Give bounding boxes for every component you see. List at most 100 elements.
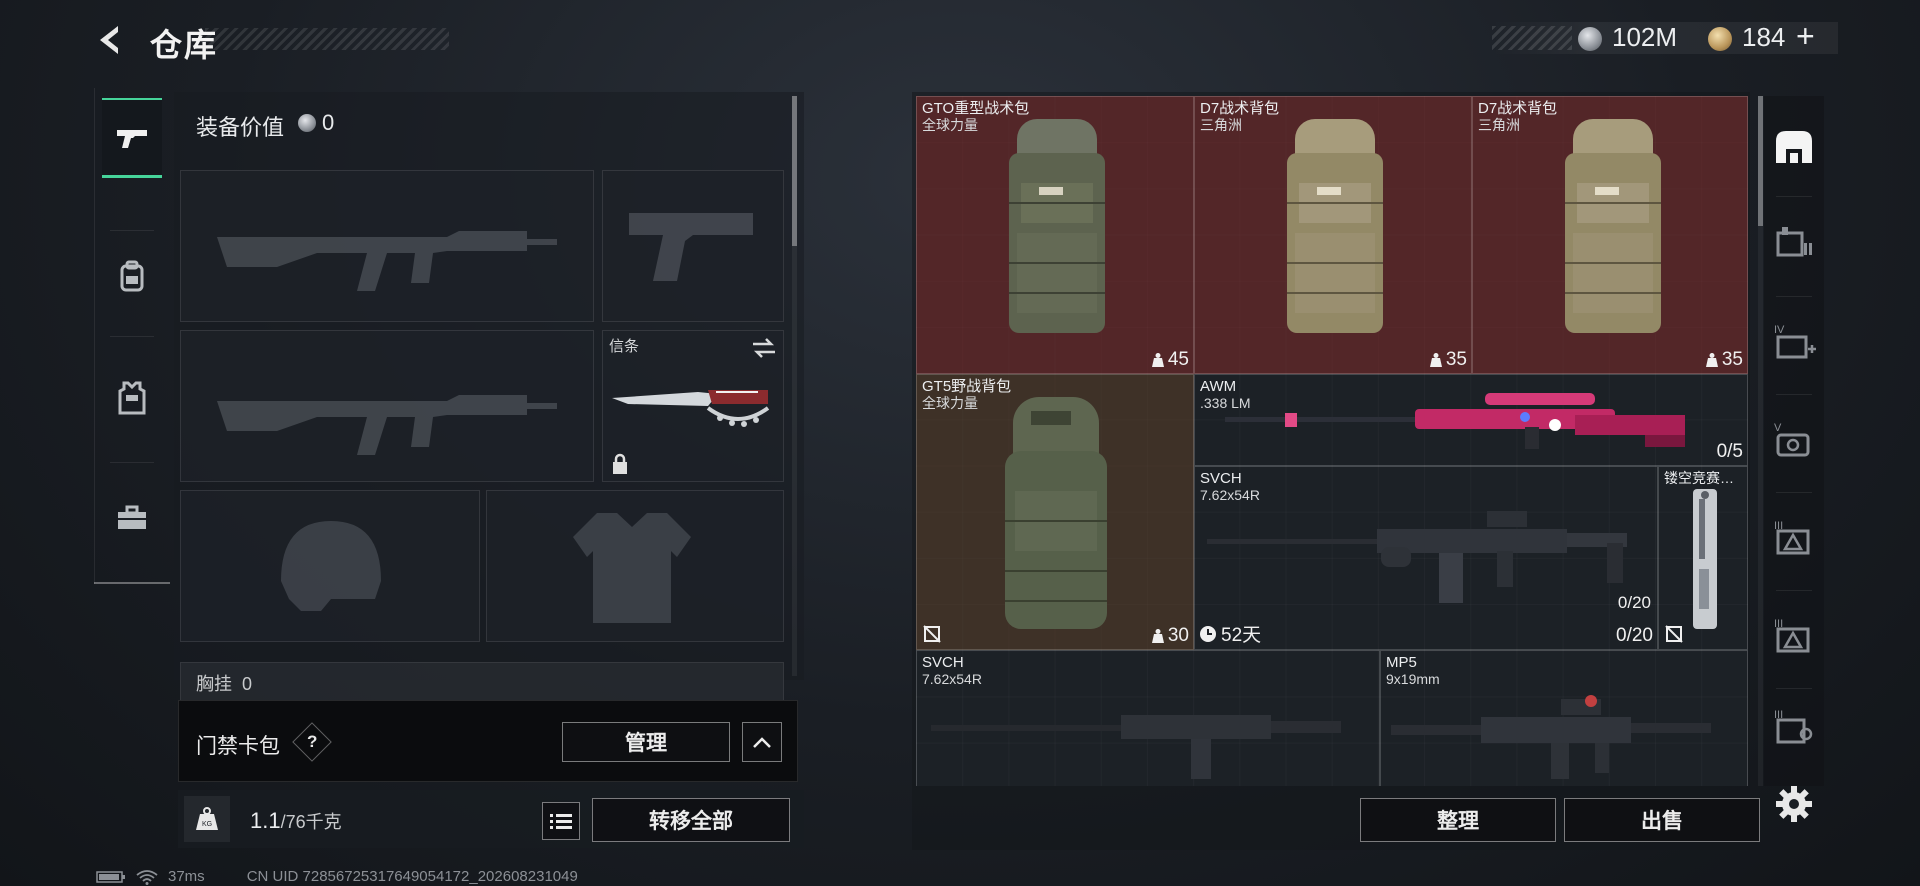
- item-ammo-count: 0/5: [1716, 441, 1743, 462]
- manage-button[interactable]: 管理: [562, 722, 730, 762]
- pistol-silhouette-icon: [629, 213, 753, 281]
- item-gto-backpack[interactable]: GTO重型战术包 全球力量 45: [916, 96, 1194, 374]
- equip-value-label: 装备价值: [196, 115, 285, 140]
- capacity-icon: [1429, 353, 1442, 367]
- item-awm[interactable]: AWM .338 LM 0/5: [1194, 374, 1748, 466]
- capacity-icon: [1705, 353, 1718, 367]
- no-trade-icon: [1665, 625, 1683, 643]
- item-hollow-racing[interactable]: 镂空竞赛…: [1658, 466, 1748, 650]
- tab-all-items[interactable]: [1766, 102, 1822, 192]
- item-subtitle: 全球力量: [922, 117, 978, 133]
- item-name: SVCH: [922, 654, 964, 671]
- medical-kit-icon: IV: [1774, 324, 1816, 359]
- rifle-image: [931, 715, 1341, 779]
- tab-weapons[interactable]: [102, 98, 162, 178]
- add-currency-button[interactable]: +: [1796, 18, 1815, 55]
- triangle-case-icon: III: [1774, 618, 1810, 653]
- rail-divider: [110, 462, 154, 463]
- svg-text:KG: KG: [202, 821, 212, 828]
- tab-tier-v[interactable]: V: [1766, 394, 1822, 484]
- sell-button[interactable]: 出售: [1564, 798, 1760, 842]
- rifle-silhouette-icon: [217, 395, 557, 455]
- equip-value: 0: [322, 110, 335, 135]
- knife-icon: [612, 390, 770, 427]
- no-trade-icon: [923, 625, 941, 643]
- warehouse-grid: GTO重型战术包 全球力量 45 D7战术背包 三角洲 35 D7战术背包 三角…: [916, 96, 1748, 786]
- secondary-weapon-slot[interactable]: [180, 330, 594, 482]
- item-svch[interactable]: SVCH 7.62x54R: [916, 650, 1380, 786]
- list-icon: [550, 814, 572, 829]
- collapse-button[interactable]: [742, 722, 782, 762]
- item-d7-backpack[interactable]: D7战术背包 三角洲 35: [1194, 96, 1472, 374]
- item-subtitle: 7.62x54R: [922, 671, 982, 687]
- rail-divider: [110, 230, 154, 231]
- warehouse-scroll-thumb[interactable]: [1758, 96, 1763, 226]
- swap-icon[interactable]: [751, 337, 777, 359]
- backpack-image: [1287, 119, 1383, 333]
- item-name: SVCH: [1200, 470, 1242, 487]
- settings-gear-icon[interactable]: [1774, 784, 1814, 824]
- title-stripe-decoration: [205, 28, 449, 50]
- status-bar: 37ms CN UID 7285672531764905417​2_202608…: [96, 868, 578, 885]
- weight-icon: KG: [184, 796, 230, 842]
- tab-backpack[interactable]: [102, 236, 162, 316]
- battery-icon: [96, 870, 125, 883]
- rail-bottom-line: [94, 582, 170, 584]
- primary-weapon-slot[interactable]: [180, 170, 594, 322]
- silver-balance: 102M: [1612, 22, 1678, 52]
- attachment-image: [1693, 489, 1717, 629]
- tab-tier-iv[interactable]: IV: [1766, 296, 1822, 386]
- item-name: 镂空竞赛…: [1664, 470, 1734, 486]
- item-name: D7战术背包: [1200, 100, 1280, 117]
- loadout-scroll-thumb[interactable]: [792, 96, 797, 246]
- sort-button[interactable]: 整理: [1360, 798, 1556, 842]
- ping-value: 37ms: [168, 868, 205, 885]
- gold-coin-icon: [1708, 27, 1732, 51]
- sidearm-slot[interactable]: [602, 170, 784, 322]
- rifle-silhouette-icon: [217, 231, 557, 291]
- tab-tier-iii-a[interactable]: III: [1766, 492, 1822, 582]
- helmet-slot[interactable]: [180, 490, 480, 642]
- item-capacity: 30: [1151, 625, 1189, 647]
- user-uid: CN UID 7285672531764905417​2_20260823104…: [246, 868, 578, 885]
- body-armor-slot[interactable]: [486, 490, 784, 642]
- back-button[interactable]: [92, 22, 128, 58]
- melee-slot-label: 信条: [609, 338, 640, 355]
- tab-armor[interactable]: [102, 358, 162, 438]
- item-mp5[interactable]: MP5 9x19mm: [1380, 650, 1748, 786]
- keycard-pack-label: 门禁卡包: [196, 735, 280, 758]
- item-gt5-backpack[interactable]: GT5野战背包 全球力量 30: [916, 374, 1194, 650]
- item-inner-ammo: 0/20: [1617, 593, 1651, 612]
- item-subtitle: 三角洲: [1478, 117, 1520, 133]
- gear-case-icon: V: [1774, 422, 1810, 457]
- chest-rig-label: 胸挂 0: [196, 674, 253, 694]
- item-svch[interactable]: SVCH 7.62x54R 0/20 52天 0/20: [1194, 466, 1658, 650]
- tab-tier-iii-c[interactable]: III: [1766, 688, 1822, 764]
- tab-tier-iii-b[interactable]: III: [1766, 590, 1822, 680]
- clock-icon: [1200, 625, 1216, 642]
- smg-image: [1391, 695, 1711, 779]
- tab-toolbox[interactable]: [102, 478, 162, 558]
- item-d7-backpack[interactable]: D7战术背包 三角洲 35: [1472, 96, 1748, 374]
- storage-icon: [1776, 131, 1812, 163]
- backpack-image: [1005, 397, 1107, 629]
- back-arrow-icon: [100, 26, 118, 54]
- chevron-up-icon: [753, 737, 771, 748]
- item-subtitle: 全球力量: [922, 395, 978, 411]
- rifle-image: [1207, 511, 1627, 603]
- chest-rig-slot[interactable]: [180, 662, 784, 702]
- list-view-button[interactable]: [542, 802, 580, 840]
- item-timer: 52天: [1199, 620, 1261, 647]
- armor-silhouette-icon: [573, 513, 691, 623]
- item-capacity: 45: [1151, 349, 1189, 371]
- wifi-icon: [136, 869, 158, 885]
- transfer-all-button[interactable]: 转移全部: [592, 798, 790, 842]
- item-subtitle: 三角洲: [1200, 117, 1242, 133]
- currency-stripe-decoration: [1492, 26, 1572, 50]
- item-name: D7战术背包: [1478, 100, 1558, 117]
- svg-text:V: V: [1774, 422, 1782, 434]
- item-name: MP5: [1386, 654, 1417, 671]
- silver-coin-icon: [1578, 27, 1602, 51]
- tab-ammo[interactable]: [1766, 196, 1822, 286]
- gold-balance: 184: [1742, 22, 1786, 52]
